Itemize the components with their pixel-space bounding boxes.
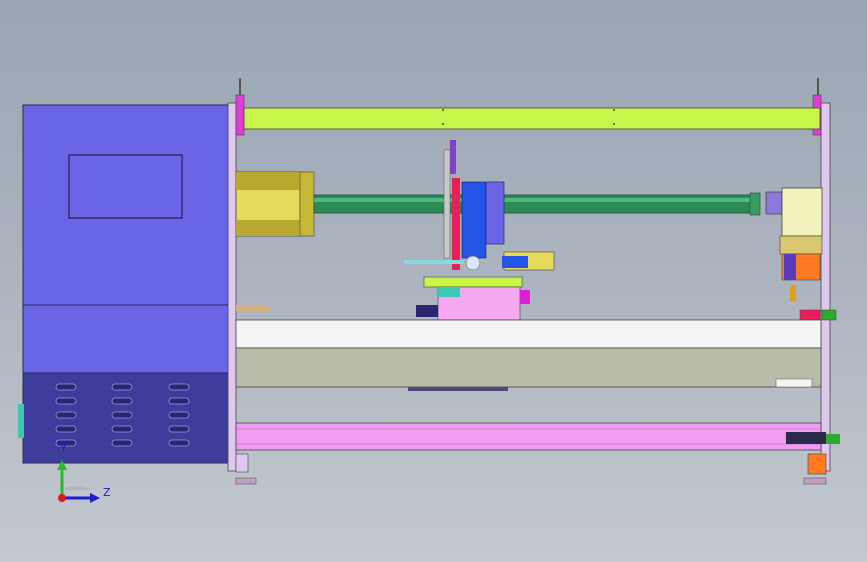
control-cabinet[interactable] bbox=[18, 104, 230, 464]
cabinet-window bbox=[68, 154, 183, 219]
machine-bed[interactable] bbox=[235, 305, 822, 391]
assembly-drawing[interactable] bbox=[0, 0, 867, 562]
spindle-shaft[interactable] bbox=[313, 192, 761, 216]
x-axis-dot bbox=[58, 494, 66, 502]
triad-z-label: Z bbox=[103, 486, 111, 499]
bottom-beam[interactable] bbox=[235, 422, 840, 451]
cad-viewport[interactable]: Y Z bbox=[0, 0, 867, 562]
carriage-head[interactable] bbox=[404, 140, 555, 321]
top-beam[interactable] bbox=[243, 107, 821, 130]
triad-y-label: Y bbox=[60, 442, 67, 455]
spindle-motor[interactable] bbox=[235, 171, 315, 237]
coordinate-triad bbox=[57, 460, 100, 503]
